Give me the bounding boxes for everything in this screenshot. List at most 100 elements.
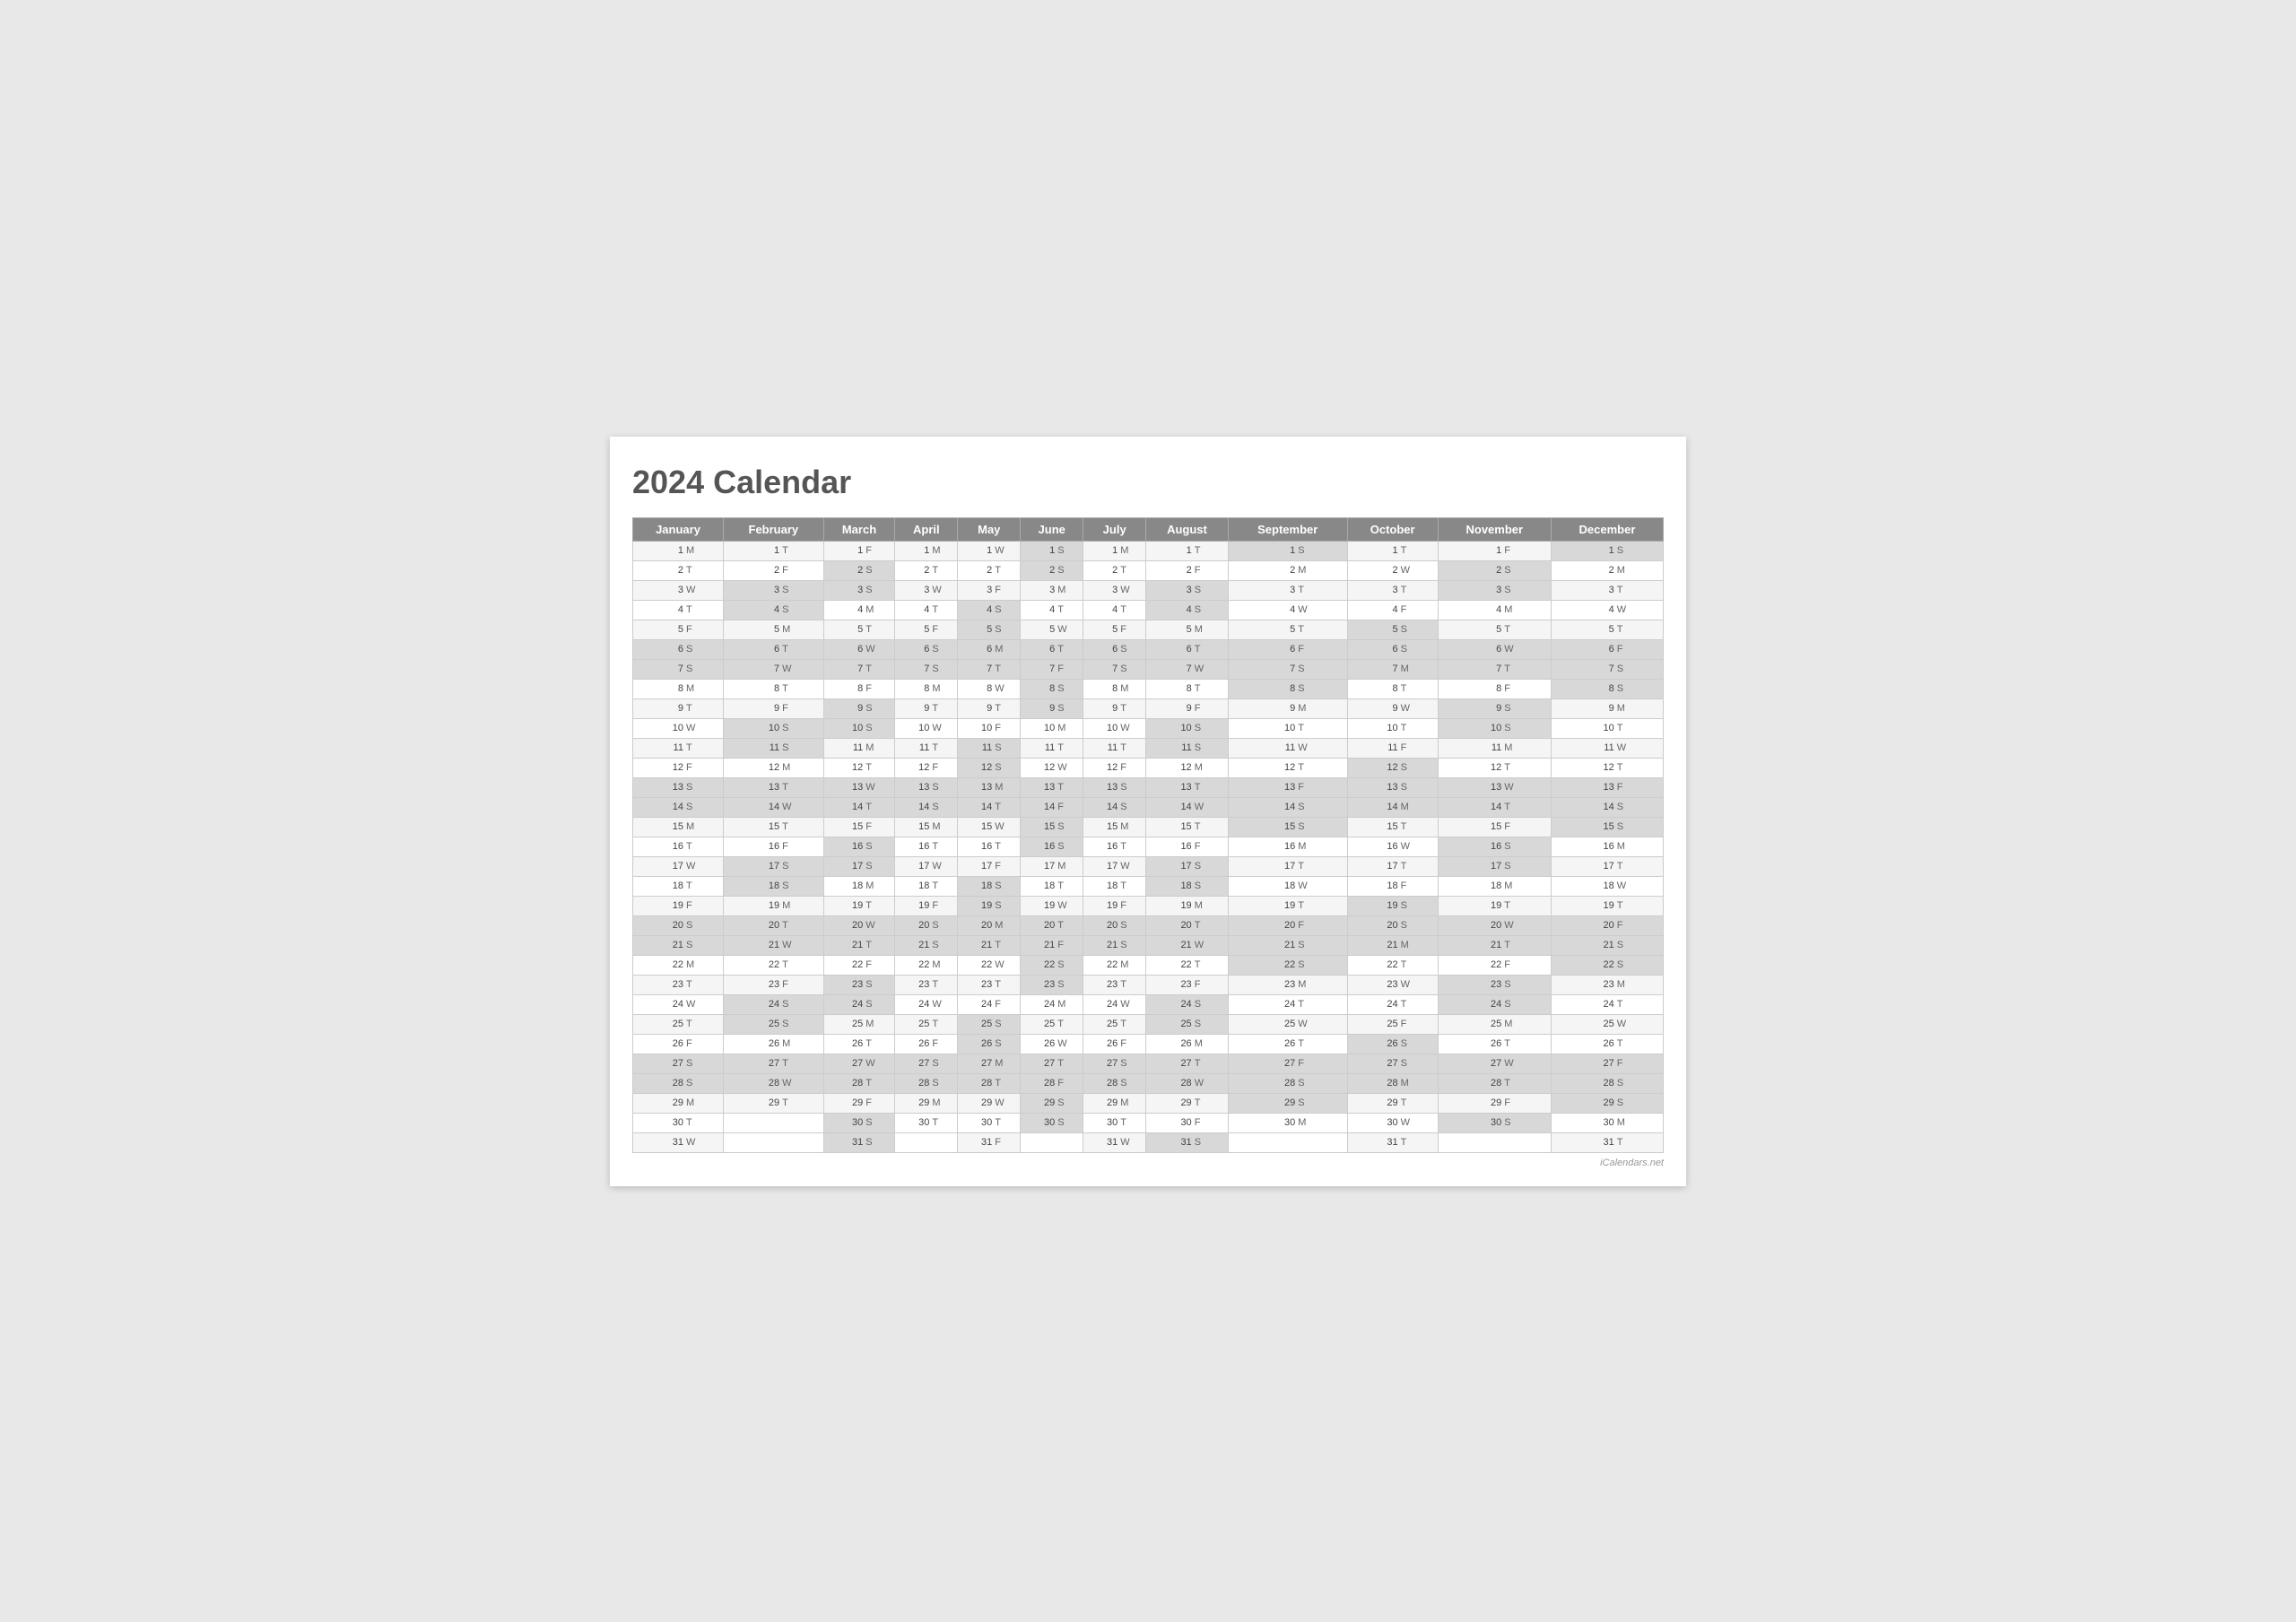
day-number: 23 <box>1438 975 1503 994</box>
day-number: 10 <box>724 718 782 738</box>
day-number: 31 <box>1083 1132 1120 1152</box>
day-letter: W <box>781 659 823 679</box>
day-letter <box>1297 1132 1347 1152</box>
day-number: 31 <box>1551 1132 1615 1152</box>
day-letter: S <box>865 856 895 876</box>
day-letter: F <box>1616 915 1664 935</box>
day-number: 30 <box>1083 1113 1120 1132</box>
day-number: 9 <box>724 698 782 718</box>
day-letter: T <box>1503 896 1551 915</box>
day-letter: W <box>1119 1132 1145 1152</box>
day-letter: S <box>994 758 1020 777</box>
day-number: 27 <box>1146 1054 1194 1073</box>
day-letter: T <box>1503 758 1551 777</box>
day-number: 23 <box>1021 975 1057 994</box>
day-letter: T <box>1616 758 1664 777</box>
day-number: 27 <box>958 1054 995 1073</box>
day-letter: W <box>1616 738 1664 758</box>
day-letter: M <box>1057 856 1083 876</box>
day-number: 15 <box>1347 817 1399 837</box>
day-number: 15 <box>724 817 782 837</box>
table-row: 13S13T13W13S13M13T13S13T13F13S13W13F <box>633 777 1664 797</box>
day-number: 28 <box>1551 1073 1615 1093</box>
table-row: 3W3S3S3W3F3M3W3S3T3T3S3T <box>633 580 1664 600</box>
day-number: 15 <box>1228 817 1297 837</box>
day-letter: M <box>781 620 823 639</box>
day-number: 15 <box>633 817 685 837</box>
table-row: 28S28W28T28S28T28F28S28W28S28M28T28S <box>633 1073 1664 1093</box>
day-letter: T <box>781 1054 823 1073</box>
day-number: 25 <box>633 1014 685 1034</box>
day-letter: T <box>1400 679 1439 698</box>
day-letter: W <box>685 994 724 1014</box>
day-number: 11 <box>1347 738 1399 758</box>
day-number: 28 <box>1228 1073 1297 1093</box>
day-number: 4 <box>633 600 685 620</box>
day-letter: S <box>1616 541 1664 560</box>
day-letter: W <box>1297 1014 1347 1034</box>
day-letter: W <box>865 915 895 935</box>
table-row: 22M22T22F22M22W22S22M22T22S22T22F22S <box>633 955 1664 975</box>
day-number: 4 <box>1228 600 1297 620</box>
day-letter: T <box>1297 1034 1347 1054</box>
day-number: 19 <box>1347 896 1399 915</box>
day-letter: S <box>1616 935 1664 955</box>
day-number: 30 <box>633 1113 685 1132</box>
day-letter: T <box>1194 541 1229 560</box>
day-letter: T <box>1057 600 1083 620</box>
day-letter: S <box>1057 955 1083 975</box>
day-number: 28 <box>633 1073 685 1093</box>
day-letter: W <box>1400 975 1439 994</box>
day-number: 28 <box>958 1073 995 1093</box>
day-number: 13 <box>1551 777 1615 797</box>
day-number: 20 <box>1021 915 1057 935</box>
day-number <box>1228 1132 1297 1152</box>
day-letter: T <box>781 777 823 797</box>
day-letter: M <box>994 915 1020 935</box>
day-letter: W <box>931 856 957 876</box>
day-letter: W <box>931 718 957 738</box>
day-number: 22 <box>1228 955 1297 975</box>
day-number: 17 <box>724 856 782 876</box>
day-number: 11 <box>1083 738 1120 758</box>
day-number: 5 <box>1438 620 1503 639</box>
day-number: 4 <box>1021 600 1057 620</box>
day-number: 7 <box>823 659 865 679</box>
day-number: 3 <box>823 580 865 600</box>
day-letter: S <box>1400 1054 1439 1073</box>
day-letter: M <box>1400 659 1439 679</box>
day-number: 31 <box>633 1132 685 1152</box>
day-letter: T <box>931 560 957 580</box>
day-letter: S <box>1400 777 1439 797</box>
day-number: 14 <box>958 797 995 817</box>
day-number: 11 <box>633 738 685 758</box>
day-number: 17 <box>1347 856 1399 876</box>
day-number: 3 <box>1146 580 1194 600</box>
day-letter: T <box>685 1113 724 1132</box>
day-number: 17 <box>958 856 995 876</box>
day-letter: F <box>781 975 823 994</box>
day-letter: T <box>1194 777 1229 797</box>
day-letter: M <box>1057 580 1083 600</box>
month-header-jul: July <box>1083 517 1146 541</box>
day-letter: W <box>994 1093 1020 1113</box>
day-letter: M <box>931 1093 957 1113</box>
month-header-aug: August <box>1146 517 1229 541</box>
day-letter: T <box>1194 639 1229 659</box>
day-letter: S <box>1297 935 1347 955</box>
day-letter: M <box>1616 837 1664 856</box>
table-row: 31W31S31F31W31S31T31T <box>633 1132 1664 1152</box>
day-number: 14 <box>1146 797 1194 817</box>
day-letter: T <box>1119 837 1145 856</box>
day-number: 27 <box>633 1054 685 1073</box>
day-number: 21 <box>1228 935 1297 955</box>
day-number: 10 <box>1021 718 1057 738</box>
day-number: 4 <box>1146 600 1194 620</box>
day-number: 13 <box>1228 777 1297 797</box>
day-number: 16 <box>1083 837 1120 856</box>
day-letter: M <box>1297 975 1347 994</box>
day-number: 11 <box>1021 738 1057 758</box>
day-number: 2 <box>1021 560 1057 580</box>
day-number: 30 <box>1228 1113 1297 1132</box>
day-number: 16 <box>1347 837 1399 856</box>
